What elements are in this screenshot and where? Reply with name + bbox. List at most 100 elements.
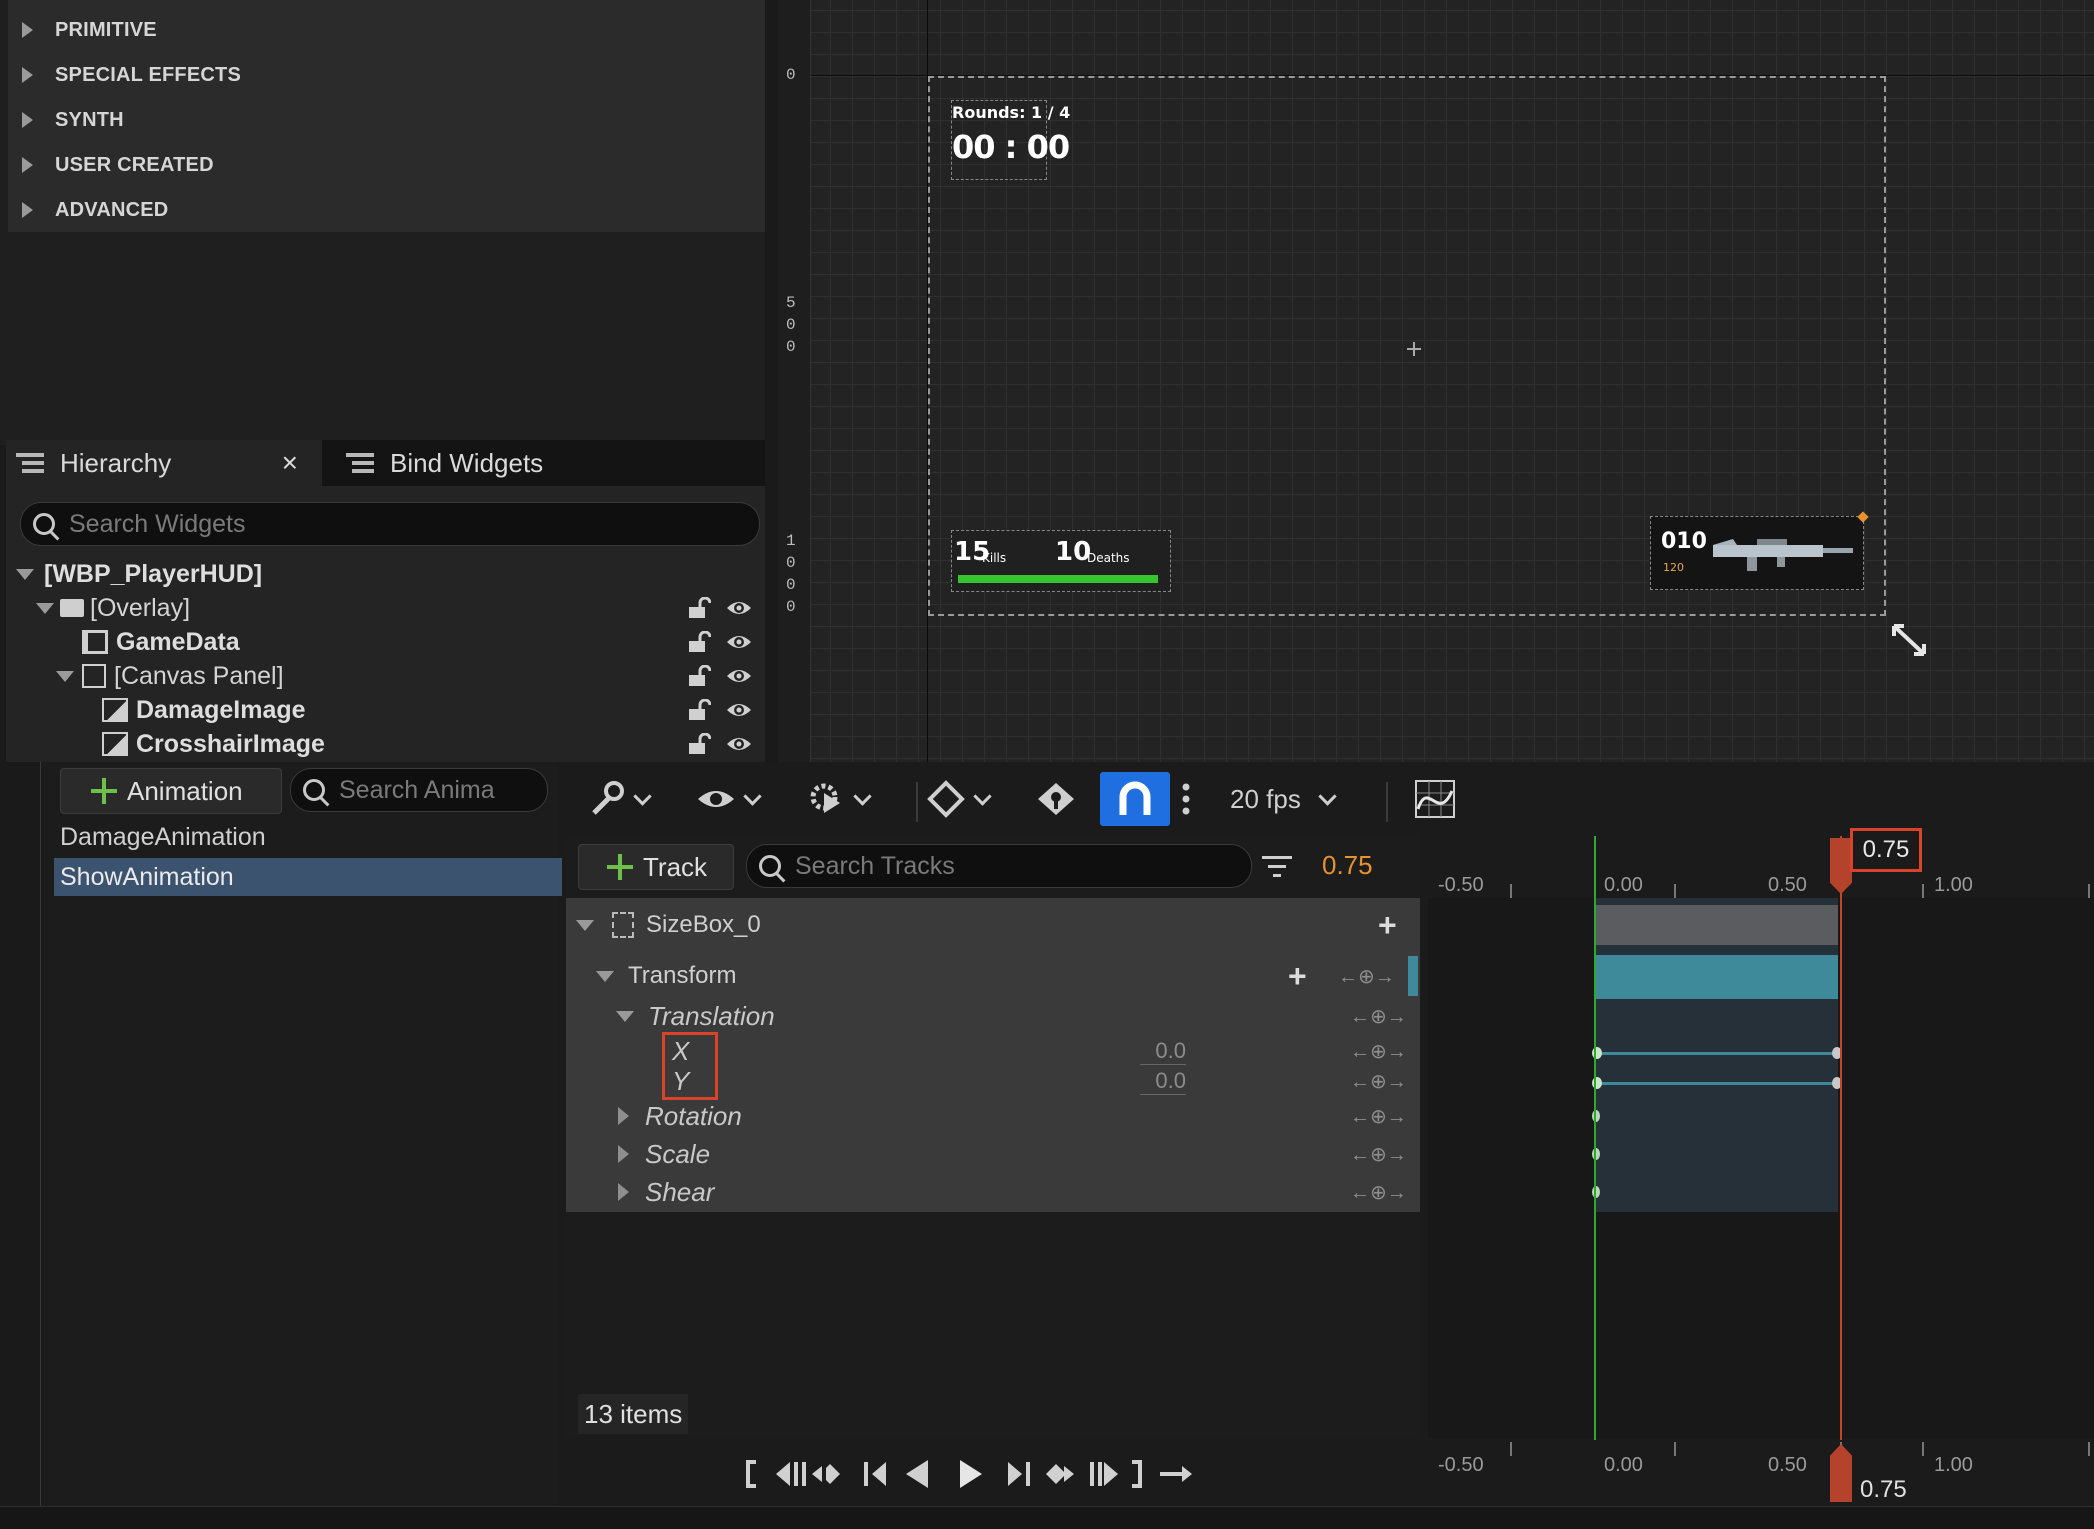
expand-arrow-icon[interactable]	[618, 1145, 629, 1163]
key-nav-arrows-icon[interactable]: ←⊕→	[1350, 1180, 1407, 1205]
key-interpolation-button[interactable]	[926, 772, 992, 826]
playhead-line[interactable]	[1840, 836, 1842, 1506]
track-translation[interactable]: Translation ←⊕→	[566, 998, 1420, 1034]
animation-search-input[interactable]: Search Anima	[290, 768, 548, 812]
animation-item-show[interactable]: ShowAnimation	[54, 858, 562, 896]
x-value-field[interactable]: 0.0	[1140, 1038, 1186, 1065]
snapping-options-button[interactable]	[1176, 772, 1196, 826]
previous-key-icon[interactable]	[776, 1462, 806, 1486]
tree-item-overlay[interactable]: [Overlay]	[6, 591, 765, 625]
collapse-arrow-icon[interactable]	[56, 670, 74, 682]
collapse-arrow-icon[interactable]	[616, 1010, 634, 1022]
y-value-field[interactable]: 0.0	[1140, 1068, 1186, 1095]
palette-category-advanced[interactable]: ADVANCED	[22, 188, 168, 232]
loop-mode-icon[interactable]	[1160, 1466, 1192, 1482]
ruler-label: 0	[786, 316, 796, 334]
palette-category-user-created[interactable]: USER CREATED	[22, 143, 214, 187]
kills-deaths-widget[interactable]: 15 Kills 10 Deaths	[951, 530, 1171, 592]
list-icon	[16, 451, 44, 475]
current-time-readout[interactable]: 0.75	[1322, 850, 1373, 881]
tree-item-gamedata[interactable]: GameData	[6, 625, 765, 659]
collapse-arrow-icon[interactable]	[16, 568, 34, 580]
settings-wrench-button[interactable]	[586, 772, 652, 826]
diamond-key-icon	[927, 780, 965, 818]
tab-bind-widgets[interactable]: Bind Widgets	[336, 440, 543, 486]
collapse-arrow-icon[interactable]	[596, 970, 614, 982]
resize-handle-icon[interactable]	[1890, 622, 1930, 658]
add-animation-button[interactable]: Animation	[60, 768, 282, 814]
plus-icon	[91, 778, 117, 804]
key-nav-arrows-icon[interactable]: ←⊕→	[1350, 1069, 1407, 1094]
lock-open-icon[interactable]	[687, 631, 711, 653]
previous-keyframe-icon[interactable]	[812, 1464, 840, 1484]
track-transform[interactable]: Transform + ←⊕→	[566, 956, 1420, 996]
time-label: 1.00	[1934, 874, 1973, 896]
track-search-input[interactable]: Search Tracks	[746, 844, 1252, 888]
eye-icon[interactable]	[725, 700, 753, 720]
framerate-dropdown[interactable]: 20 fps	[1230, 772, 1337, 826]
palette-category-special-effects[interactable]: SPECIAL EFFECTS	[22, 53, 241, 97]
track-sizebox[interactable]: SizeBox_0 +	[566, 906, 1420, 944]
tree-item-label: GameData	[116, 627, 240, 656]
tree-item-canvas-panel[interactable]: [Canvas Panel]	[6, 659, 765, 693]
view-options-button[interactable]	[696, 772, 762, 826]
collapse-arrow-icon[interactable]	[576, 919, 594, 931]
expand-arrow-icon	[22, 202, 33, 218]
vertical-ruler: 0 5 0 0 1 0 0 0	[778, 0, 811, 762]
tree-item-crosshairimage[interactable]: CrosshairImage	[6, 727, 765, 761]
lock-open-icon[interactable]	[687, 699, 711, 721]
lock-open-icon[interactable]	[687, 665, 711, 687]
key-nav-arrows-icon[interactable]: ←⊕→	[1350, 1004, 1407, 1029]
expand-arrow-icon[interactable]	[618, 1183, 629, 1201]
add-track-button[interactable]: Track	[578, 844, 734, 890]
playhead-handle-bottom-icon[interactable]	[1830, 1444, 1852, 1502]
play-icon[interactable]	[960, 1460, 982, 1488]
track-shear[interactable]: Shear ←⊕→	[566, 1174, 1420, 1210]
add-key-icon[interactable]: +	[1288, 958, 1307, 995]
eye-icon[interactable]	[725, 632, 753, 652]
track-scale[interactable]: Scale ←⊕→	[566, 1136, 1420, 1172]
key-nav-arrows-icon[interactable]: ←⊕→	[1350, 1104, 1407, 1129]
eye-icon[interactable]	[725, 666, 753, 686]
time-ruler-bottom[interactable]: -0.50 0.00 0.50 1.00 0.75	[1428, 1440, 2094, 1506]
expand-arrow-icon[interactable]	[618, 1107, 629, 1125]
track-rotation[interactable]: Rotation ←⊕→	[566, 1098, 1420, 1134]
step-forward-icon[interactable]	[1008, 1462, 1030, 1486]
eye-icon[interactable]	[725, 734, 753, 754]
next-keyframe-icon[interactable]	[1046, 1464, 1074, 1484]
curve-editor-button[interactable]	[1414, 772, 1456, 826]
key-nav-arrows-icon[interactable]: ←⊕→	[1338, 964, 1395, 989]
tree-item-wbp-playerhud[interactable]: [WBP_PlayerHUD]	[6, 557, 765, 591]
add-subtrack-icon[interactable]: +	[1378, 907, 1397, 944]
close-tab-icon[interactable]: ×	[282, 447, 298, 479]
filter-icon[interactable]	[1262, 852, 1292, 880]
widget-search-input[interactable]: Search Widgets	[20, 502, 760, 546]
tree-item-damageimage[interactable]: DamageImage	[6, 693, 765, 727]
rounds-timer-widget[interactable]: Rounds: 1 / 4 00 : 00	[951, 100, 1070, 180]
weapon-ammo-widget[interactable]: 010 120	[1650, 511, 1869, 590]
palette-category-primitive[interactable]: PRIMITIVE	[22, 8, 157, 52]
transform-section-bar[interactable]	[1596, 955, 1838, 999]
snapping-toggle-button[interactable]	[1100, 772, 1170, 826]
next-key-icon[interactable]	[1090, 1462, 1118, 1486]
playback-options-button[interactable]	[806, 772, 872, 826]
playhead-handle-icon[interactable]	[1830, 838, 1852, 894]
tree-item-label: CrosshairImage	[136, 729, 325, 758]
jump-to-start-icon[interactable]	[746, 1460, 756, 1488]
step-back-icon[interactable]	[864, 1462, 886, 1486]
lock-open-icon[interactable]	[687, 597, 711, 619]
lock-open-icon[interactable]	[687, 733, 711, 755]
key-nav-arrows-icon[interactable]: ←⊕→	[1350, 1142, 1407, 1167]
eye-icon[interactable]	[725, 598, 753, 618]
time-ruler-top[interactable]: -0.50 0.00 0.50 1.00	[1428, 836, 2094, 898]
start-marker-line[interactable]	[1594, 836, 1596, 1506]
sizebox-section-bar[interactable]	[1596, 905, 1838, 945]
tab-hierarchy[interactable]: Hierarchy ×	[6, 440, 322, 486]
animation-item-damage[interactable]: DamageAnimation	[54, 818, 562, 856]
auto-key-button[interactable]	[1034, 772, 1078, 826]
key-nav-arrows-icon[interactable]: ←⊕→	[1350, 1039, 1407, 1064]
palette-category-synth[interactable]: SYNTH	[22, 98, 124, 142]
play-reverse-icon[interactable]	[906, 1460, 928, 1488]
collapse-arrow-icon[interactable]	[36, 602, 54, 614]
jump-to-end-icon[interactable]	[1132, 1460, 1142, 1488]
